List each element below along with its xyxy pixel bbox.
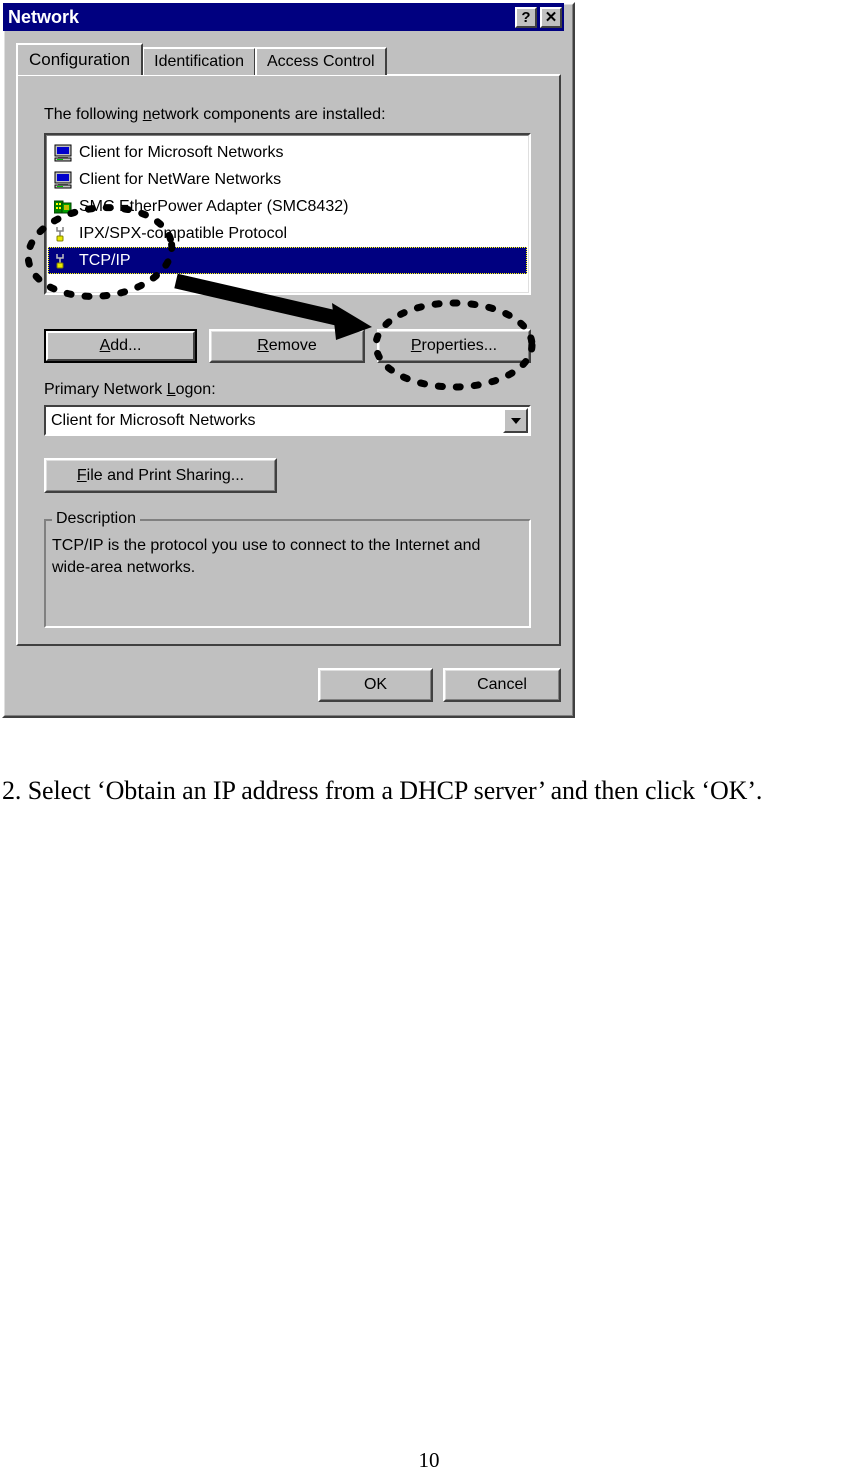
close-button[interactable]: ✕ [540,6,562,28]
computer-icon [54,144,72,162]
tab-configuration-label: Configuration [29,50,131,69]
remove-button[interactable]: Remove [209,329,365,363]
fps-accel: F [76,466,87,484]
list-item-label: TCP/IP [79,251,131,269]
components-label-post: etwork components are installed: [151,106,386,123]
chevron-down-icon[interactable] [503,408,528,433]
protocol-icon [54,252,72,270]
tab-access-control[interactable]: Access Control [254,47,387,75]
file-and-print-sharing-button[interactable]: File and Print Sharing... [44,458,277,493]
tabstrip: Configuration Identification Access Cont… [16,43,387,75]
file-and-print-sharing-label: File and Print Sharing... [77,467,244,485]
tab-identification-label: Identification [154,53,244,70]
description-text: TCP/IP is the protocol you use to connec… [52,537,481,576]
add-button-rest: dd... [110,337,142,354]
remove-button-label: Remove [257,337,317,355]
components-label-accel: n [142,106,152,123]
properties-button[interactable]: Properties... [377,329,531,363]
list-item[interactable]: IPX/SPX-compatible Protocol [48,220,527,247]
listbox-inner: Client for Microsoft Networks Client for… [46,135,529,293]
tab-configuration[interactable]: Configuration [16,43,144,75]
help-button[interactable]: ? [515,6,537,28]
protocol-icon [54,225,72,243]
page-number: 10 [418,1448,440,1472]
remove-button-rest: emove [268,337,317,354]
tab-identification[interactable]: Identification [142,47,256,75]
computer-icon [54,171,72,189]
add-button-label: Add... [100,337,142,355]
description-legend: Description [52,510,141,528]
components-label-pre: The following [44,106,143,123]
network-components-listbox[interactable]: Client for Microsoft Networks Client for… [44,133,531,295]
dialog-titlebar: Network ? ✕ [3,3,564,31]
fps-rest: ile and Print Sharing... [86,466,245,484]
tab-access-control-label: Access Control [266,53,375,70]
properties-button-label: Properties... [411,337,497,355]
primary-logon-combobox[interactable]: Client for Microsoft Networks [44,405,531,436]
list-item-label: IPX/SPX-compatible Protocol [79,224,288,242]
ok-button[interactable]: OK [318,668,433,702]
list-item[interactable]: Client for NetWare Networks [48,166,527,193]
primary-logon-label-post: ogon: [175,381,216,398]
list-item-label: Client for Microsoft Networks [79,143,284,161]
remove-button-accel: R [257,337,269,354]
primary-logon-label-accel: L [166,381,176,398]
add-button-accel: A [99,337,111,354]
primary-logon-label: Primary Network Logon: [44,381,216,399]
page-caption: 2. Select ‘Obtain an IP address from a D… [2,776,763,805]
primary-logon-label-pre: Primary Network [44,381,167,398]
cancel-button[interactable]: Cancel [443,668,561,702]
list-item-label: Client for NetWare Networks [79,170,282,188]
list-item-label: SMC EtherPower Adapter (SMC8432) [79,197,349,215]
list-item[interactable]: Client for Microsoft Networks [48,139,527,166]
properties-button-rest: roperties... [421,337,498,354]
properties-button-accel: P [410,337,422,354]
dialog-title: Network [8,6,80,27]
components-label: The following network components are ins… [44,106,386,124]
network-adapter-icon [53,198,72,216]
primary-logon-value: Client for Microsoft Networks [51,411,256,429]
ok-button-label: OK [363,676,388,693]
cancel-button-label: Cancel [477,676,527,693]
add-button[interactable]: Add... [44,329,197,363]
list-item[interactable]: SMC EtherPower Adapter (SMC8432) [48,193,527,220]
list-item[interactable]: TCP/IP [48,247,527,274]
